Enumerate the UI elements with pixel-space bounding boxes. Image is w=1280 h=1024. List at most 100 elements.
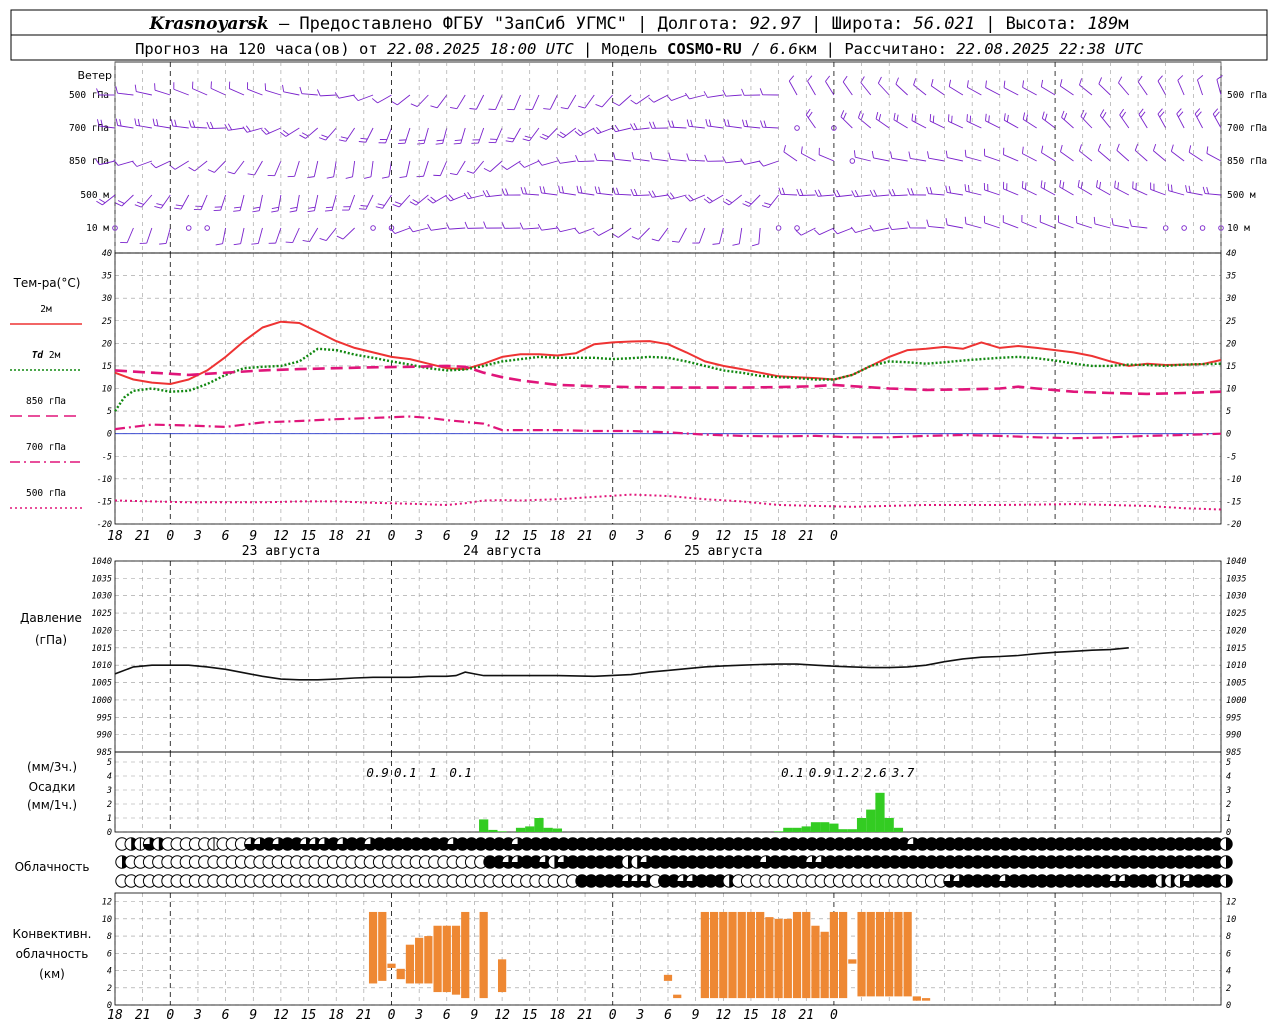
wind-barb-flag (592, 128, 599, 135)
wind-barb-flag (741, 88, 745, 96)
time-tick-label: 12 (715, 1008, 731, 1023)
convective-bar (783, 918, 792, 999)
wind-barb-flag (805, 108, 811, 116)
convective-bar (378, 911, 387, 981)
wind-barb-flag (377, 203, 385, 206)
wind-barb-flag (891, 189, 896, 196)
wind-barb-shaft (476, 94, 485, 110)
y-tick-label-right: 5 (1226, 758, 1231, 768)
wind-barb-shaft (984, 222, 1000, 229)
wind-barb-shaft (265, 89, 282, 96)
wind-barb-flag (299, 134, 306, 139)
wind-panel: Ветер 500 гПа 500 гПа 700 гПа 700 гПа 850 гП… (69, 61, 1267, 254)
wind-barb-flag (712, 243, 720, 245)
wind-barb-flag (703, 91, 708, 98)
wind-barb-flag (686, 153, 690, 161)
wind-barb-shaft (671, 94, 687, 102)
wind-barb-shaft (325, 127, 337, 141)
wind-barb-shaft (638, 227, 650, 240)
wind-barb-flag (761, 205, 769, 209)
wind-barb-shaft (910, 157, 927, 162)
y-tick-label-left: 2 (107, 984, 112, 994)
wind-barb-flag (1177, 75, 1184, 81)
wind-barb-flag (1152, 143, 1157, 151)
wind-barb-shaft (725, 94, 742, 97)
wind-barb-shaft (1157, 80, 1167, 96)
wind-barb-flag (1006, 114, 1009, 122)
precip-bar (884, 818, 894, 832)
time-tick-label: 12 (273, 1008, 289, 1023)
wind-barb-shaft (436, 94, 448, 109)
wind-barb-flag (371, 98, 378, 104)
y-tick-label-right: 4 (1226, 967, 1231, 977)
y-tick-label-right: 10 (1226, 385, 1236, 395)
y-tick-label-right: 1025 (1226, 609, 1246, 619)
wind-barb-shaft (1116, 150, 1130, 162)
wind-barb-shaft (873, 227, 890, 232)
wind-barb-flag (282, 84, 285, 92)
wind-barb-flag (873, 189, 878, 197)
wind-barb-shaft (442, 127, 448, 144)
wind-barb-shaft (406, 160, 411, 177)
convective-bar (709, 911, 719, 999)
wind-barb-flag (358, 208, 367, 210)
wind-barb-flag (966, 114, 968, 122)
wind-barb-shaft (728, 194, 743, 206)
wind-level-label-right: 10 м (1227, 223, 1250, 234)
wind-barb-flag (152, 118, 155, 126)
time-tick-label: 21 (577, 1008, 593, 1023)
convective-bar (746, 911, 756, 999)
wind-barb-shaft (1040, 186, 1056, 196)
y-tick-label-left: 10 (102, 385, 112, 395)
convective-bar (479, 911, 488, 999)
wind-barb-flag (1096, 180, 1098, 188)
wind-barb-flag (1059, 79, 1063, 87)
wind-barb-flag (927, 151, 930, 159)
wind-barb-shaft (277, 194, 282, 211)
wind-barb-flag (543, 108, 551, 110)
wind-barb-flag (360, 137, 368, 140)
wind-barb-flag (1061, 110, 1065, 118)
convective-bar (405, 944, 415, 984)
header-part: 56.021 (914, 14, 975, 34)
wind-barb-flag (671, 120, 675, 128)
wind-barb-flag (703, 198, 710, 204)
y-tick-label-right: 10 (1226, 915, 1236, 925)
y-tick-label-left: 15 (102, 362, 112, 372)
wind-barb-flag (708, 119, 712, 127)
time-tick-label: 15 (743, 529, 759, 544)
wind-barb-shaft (1138, 114, 1148, 129)
wind-barb-shaft (460, 127, 466, 144)
wind-barb-shaft (580, 127, 595, 137)
cloud-half (1226, 874, 1233, 888)
wind-barb-shaft (984, 155, 1000, 162)
wind-calm-circle (849, 158, 856, 164)
wind-calm-circle (204, 225, 210, 231)
wind-barb-flag (453, 142, 461, 145)
wind-barb-shaft (338, 94, 355, 99)
wind-barb-flag (463, 192, 469, 200)
wind-barb-flag (154, 206, 162, 209)
wind-barb-shaft (1021, 221, 1037, 229)
convective-bar (774, 918, 783, 999)
wind-barb-flag (324, 209, 333, 212)
day-label: 24 августа (463, 544, 541, 559)
wind-barb-flag (929, 114, 932, 122)
wind-barb-shaft (296, 194, 300, 211)
wind-barb-shaft (545, 127, 558, 140)
wind-barb-flag (1022, 80, 1025, 88)
wind-barb-flag (964, 149, 967, 157)
wind-barb-shaft (174, 160, 189, 170)
wind-barb-flag (878, 113, 882, 121)
wind-barb-flag (630, 123, 635, 131)
header-part: – Предоставлено ФГБУ "ЗапСиб УГМС" | Дол… (269, 14, 750, 34)
wind-barb-flag (227, 171, 235, 175)
convective-bar (875, 911, 885, 997)
time-tick-label: 6 (664, 1008, 672, 1023)
y-tick-label-right: 30 (1225, 294, 1236, 304)
wind-barb-flag (1003, 80, 1006, 88)
wind-barb-shaft (160, 194, 171, 209)
wind-barb-flag (686, 119, 690, 127)
wind-barb-flag (134, 84, 137, 92)
wind-barb-flag (732, 243, 740, 246)
